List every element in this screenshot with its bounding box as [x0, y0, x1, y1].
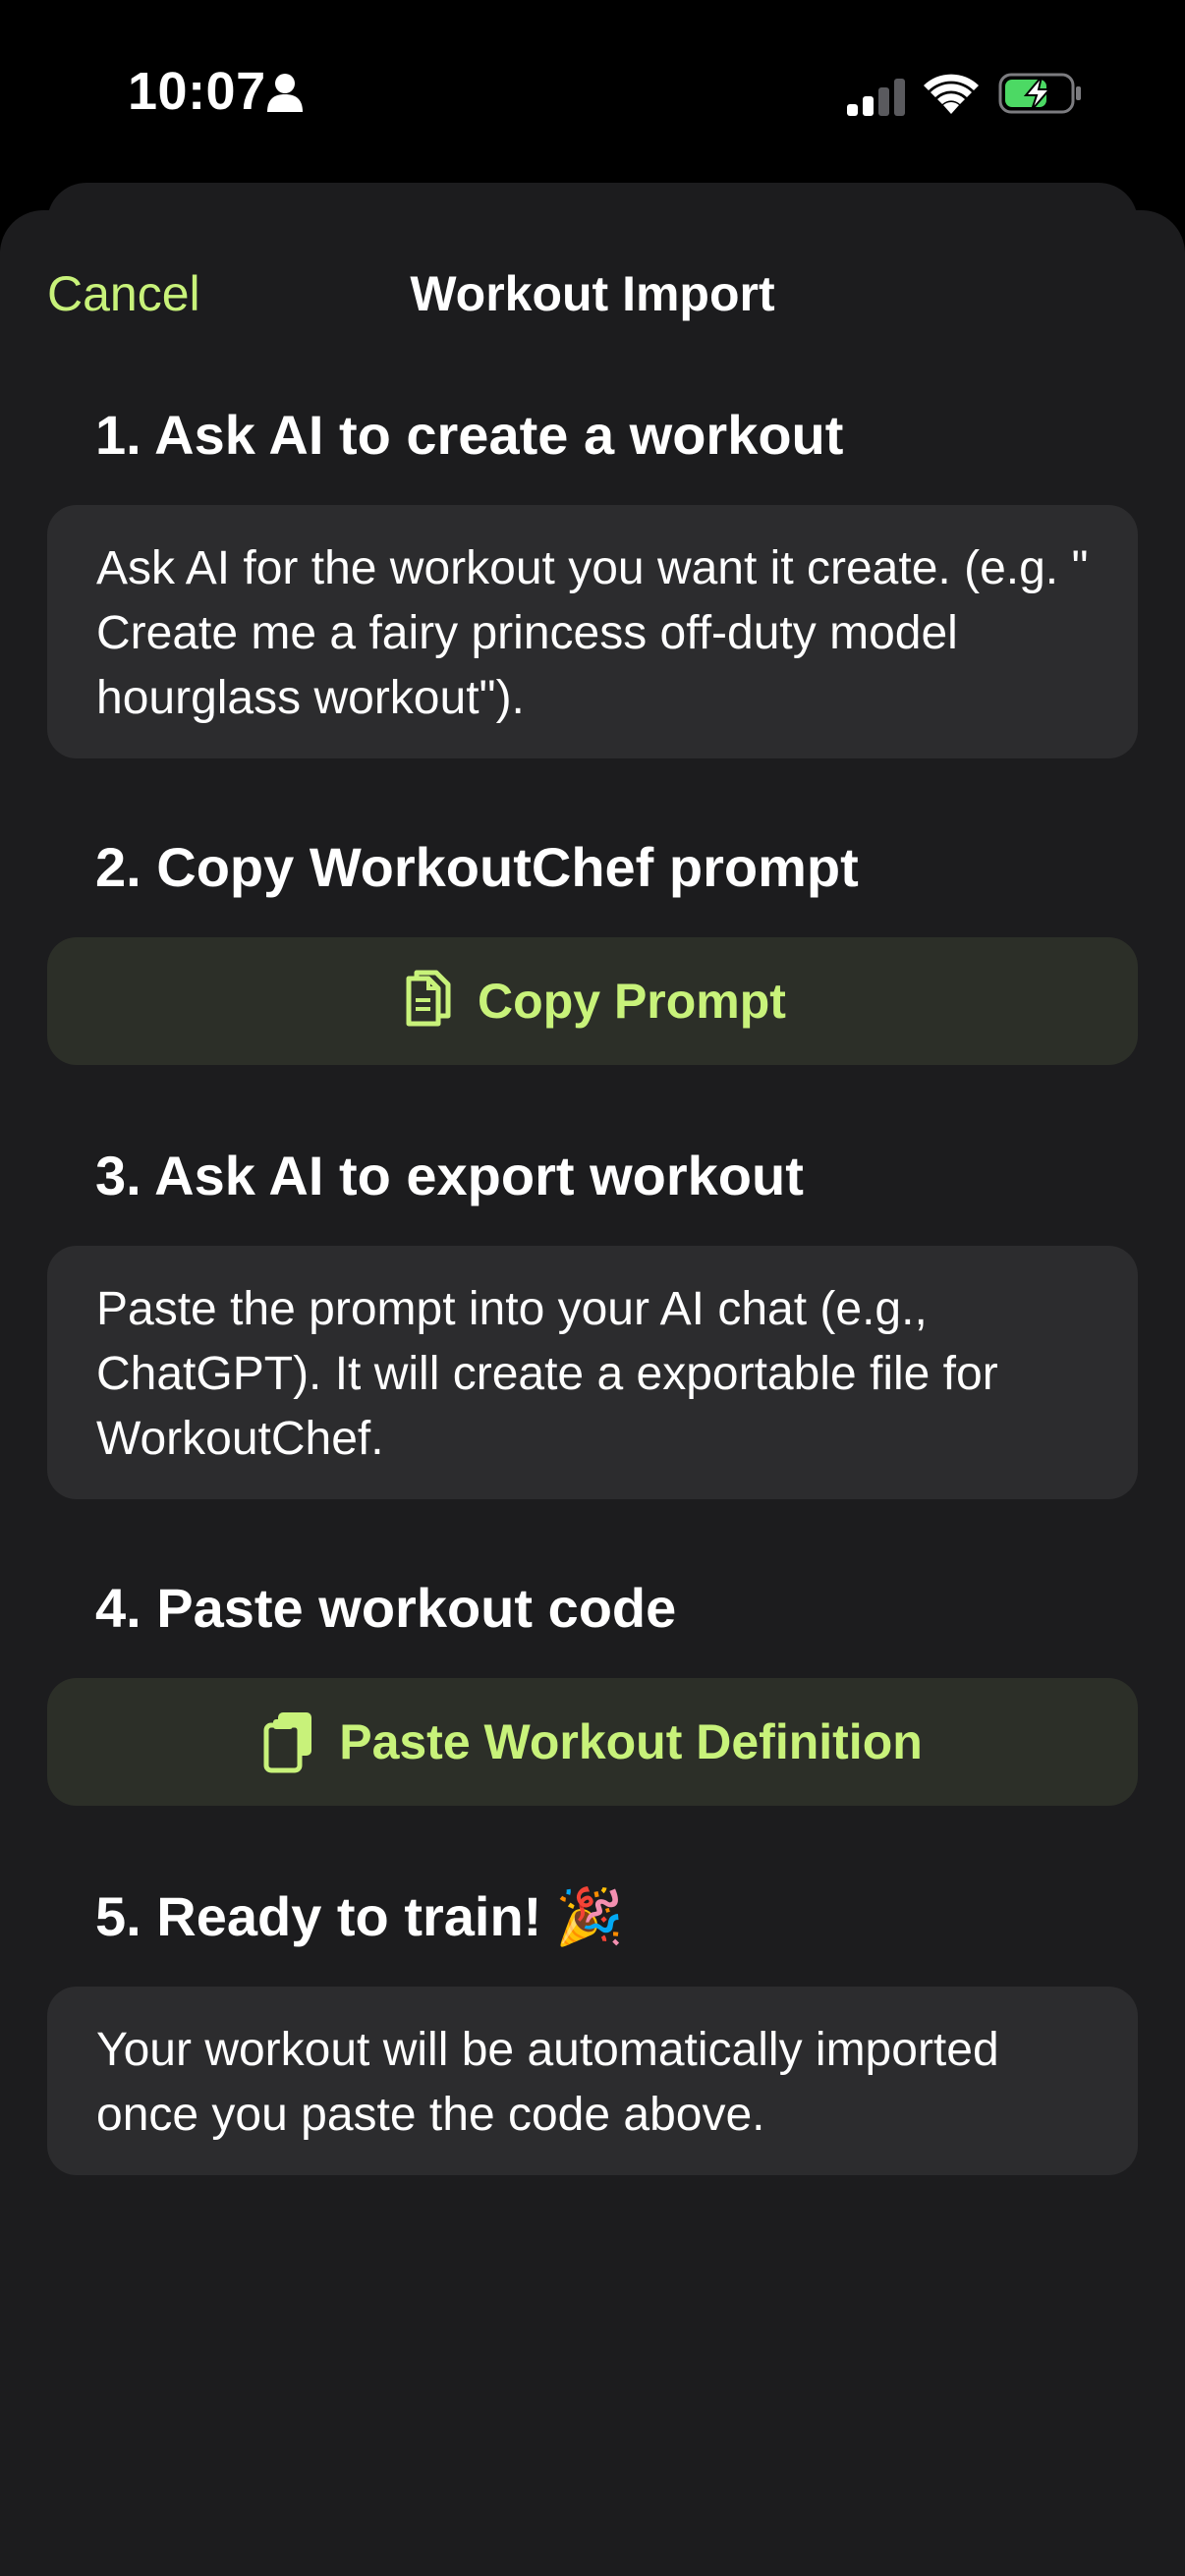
paste-workout-button[interactable]: Paste Workout Definition — [47, 1678, 1138, 1806]
battery-charging-icon — [998, 73, 1081, 114]
step-5-heading: 5. Ready to train! 🎉 — [95, 1884, 624, 1949]
step-5-heading-text: 5. Ready to train! — [95, 1885, 542, 1947]
step-3-text: Paste the prompt into your AI chat (e.g.… — [96, 1283, 998, 1465]
step-4-heading: 4. Paste workout code — [95, 1577, 677, 1639]
wifi-icon — [924, 74, 979, 114]
page-title: Workout Import — [410, 266, 775, 321]
step-1-text: Ask AI for the workout you want it creat… — [96, 542, 1089, 724]
copy-prompt-button[interactable]: Copy Prompt — [47, 937, 1138, 1065]
cellular-signal-icon — [847, 79, 905, 116]
workout-import-sheet: Cancel Workout Import 1. Ask AI to creat… — [0, 210, 1185, 2576]
status-time: 10:07 — [128, 62, 266, 121]
copy-icon — [406, 970, 451, 1027]
step-5-card: Your workout will be automatically impor… — [47, 1987, 1138, 2175]
status-bar: 10:07 — [0, 0, 1185, 187]
nav-bar: Cancel Workout Import — [0, 210, 1185, 377]
step-3-heading: 3. Ask AI to export workout — [95, 1145, 804, 1206]
paste-workout-label: Paste Workout Definition — [339, 1714, 923, 1769]
step-5-text: Your workout will be automatically impor… — [96, 2024, 999, 2141]
step-1-card: Ask AI for the workout you want it creat… — [47, 505, 1138, 758]
step-1-heading: 1. Ask AI to create a workout — [95, 404, 844, 466]
party-popper-icon: 🎉 — [555, 1885, 625, 1947]
step-2-heading: 2. Copy WorkoutChef prompt — [95, 836, 859, 898]
paste-icon — [263, 1712, 312, 1773]
person-icon — [267, 74, 303, 112]
step-3-card: Paste the prompt into your AI chat (e.g.… — [47, 1246, 1138, 1499]
copy-prompt-label: Copy Prompt — [478, 974, 786, 1029]
